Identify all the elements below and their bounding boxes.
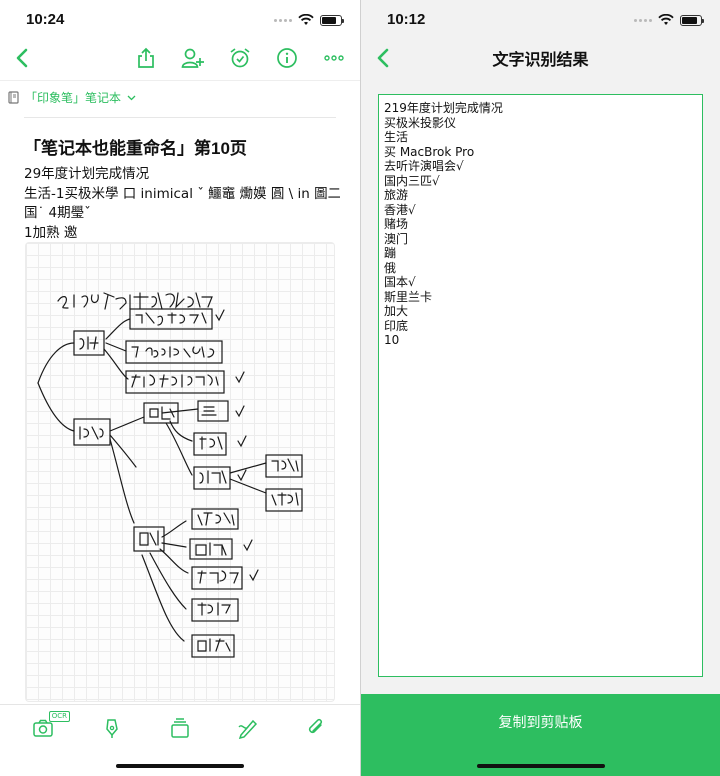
battery-icon xyxy=(320,14,344,26)
page-title: 文字识别结果 xyxy=(492,52,589,69)
ocr-line: 10 xyxy=(384,333,400,347)
battery-icon xyxy=(680,14,704,26)
notebook-icon xyxy=(8,91,19,104)
info-icon xyxy=(276,48,297,68)
note-navbar xyxy=(0,40,360,76)
status-time: 10:12 xyxy=(387,11,426,28)
ocr-line: 印底 xyxy=(384,318,409,333)
ocr-line: 赌场 xyxy=(384,217,409,231)
sketch-icon xyxy=(238,719,258,739)
sketch-button[interactable] xyxy=(230,710,266,746)
share-icon xyxy=(137,47,154,68)
alarm-icon xyxy=(229,48,250,68)
ocr-line: 去听许演唱会√ xyxy=(384,159,464,173)
signal-icon xyxy=(634,18,652,22)
mindmap-drawing xyxy=(37,292,303,658)
ocr-line: 旅游 xyxy=(384,188,409,202)
ocr-line: 生活 xyxy=(384,130,409,144)
note-content[interactable]: 「笔记本也能重命名」第10页 29年度计划完成情况 生活-1买极米學 口 ini… xyxy=(24,134,340,243)
reminder-button[interactable] xyxy=(227,44,252,72)
status-time: 10:24 xyxy=(26,11,65,28)
ocr-line: 斯里兰卡 xyxy=(384,289,433,304)
note-line: 生活-1买极米學 口 inimical ˇ 鱷竈 爋嫫 圓 \ in 圖二 xyxy=(24,185,340,202)
add-user-button[interactable] xyxy=(180,44,205,72)
stack-icon xyxy=(171,717,189,738)
camera-ocr-button[interactable]: OCR xyxy=(26,710,70,746)
chevron-left-icon xyxy=(16,48,28,68)
more-button[interactable] xyxy=(321,44,346,72)
attachment-button[interactable] xyxy=(298,710,334,746)
status-icons xyxy=(274,14,344,26)
ocr-badge: OCR xyxy=(48,710,70,722)
add-user-icon xyxy=(181,48,204,68)
home-indicator xyxy=(476,764,605,768)
stack-button[interactable] xyxy=(162,710,198,746)
info-button[interactable] xyxy=(274,44,299,72)
notebook-name: 「印象笔」笔记本 xyxy=(25,91,122,105)
home-indicator xyxy=(116,764,244,768)
ocr-line: 买极米投影仪 xyxy=(384,115,457,130)
back-button[interactable] xyxy=(8,44,36,72)
note-line: 29年度计划完成情况 xyxy=(24,166,150,182)
note-line: 国˙ 4期璺ˇ xyxy=(24,205,91,221)
ocr-line: 219年度计划完成情况 xyxy=(384,101,503,115)
ocr-line: 香港√ xyxy=(384,202,416,217)
handwritten-mindmap-image[interactable] xyxy=(25,242,335,702)
nav-actions xyxy=(133,44,346,72)
ocr-line: 加大 xyxy=(384,304,409,318)
ocr-result-textarea[interactable]: 219年度计划完成情况 买极米投影仪 生活买 MacBrok Pro 去听许演唱会√ 国… xyxy=(378,94,703,677)
notebook-bar: 「印象笔」笔记本 xyxy=(0,80,360,112)
note-title[interactable]: 「笔记本也能重命名」第10页 xyxy=(24,134,340,159)
divider xyxy=(24,117,336,118)
ocr-line: 国本√ xyxy=(384,275,416,289)
ocr-line: 买 MacBrok Pro xyxy=(384,144,475,159)
ocr-line: 俄 xyxy=(384,260,397,275)
note-toolbar: OCR xyxy=(0,704,360,750)
status-bar: 10:12 xyxy=(361,0,720,40)
note-screen: 10:24 「印象笔」笔记本 「笔记本也能重命名」第10页 29年度计划完成情况… xyxy=(0,0,360,776)
pen-icon xyxy=(106,718,118,738)
signal-icon xyxy=(274,18,292,22)
pen-button[interactable] xyxy=(94,710,130,746)
ocr-result-screen: 10:12 文字识别结果 219年度计划完成情况 买极米投影仪 生活买 MacBro… xyxy=(361,0,720,776)
attachment-icon xyxy=(308,718,323,733)
ocr-line: 蹦 xyxy=(384,246,397,260)
wifi-icon xyxy=(298,14,314,25)
ocr-line: 澳门 xyxy=(384,231,409,246)
note-line: 1加熟 邀 xyxy=(24,224,78,241)
wifi-icon xyxy=(658,14,674,25)
status-bar: 10:24 xyxy=(0,0,360,40)
ocr-line: 国内三匹√ xyxy=(384,173,440,188)
status-icons xyxy=(634,14,704,26)
more-icon xyxy=(323,55,344,61)
chevron-down-icon xyxy=(127,95,136,100)
notebook-selector[interactable]: 「印象笔」笔记本 xyxy=(8,89,136,106)
share-button[interactable] xyxy=(133,44,158,72)
